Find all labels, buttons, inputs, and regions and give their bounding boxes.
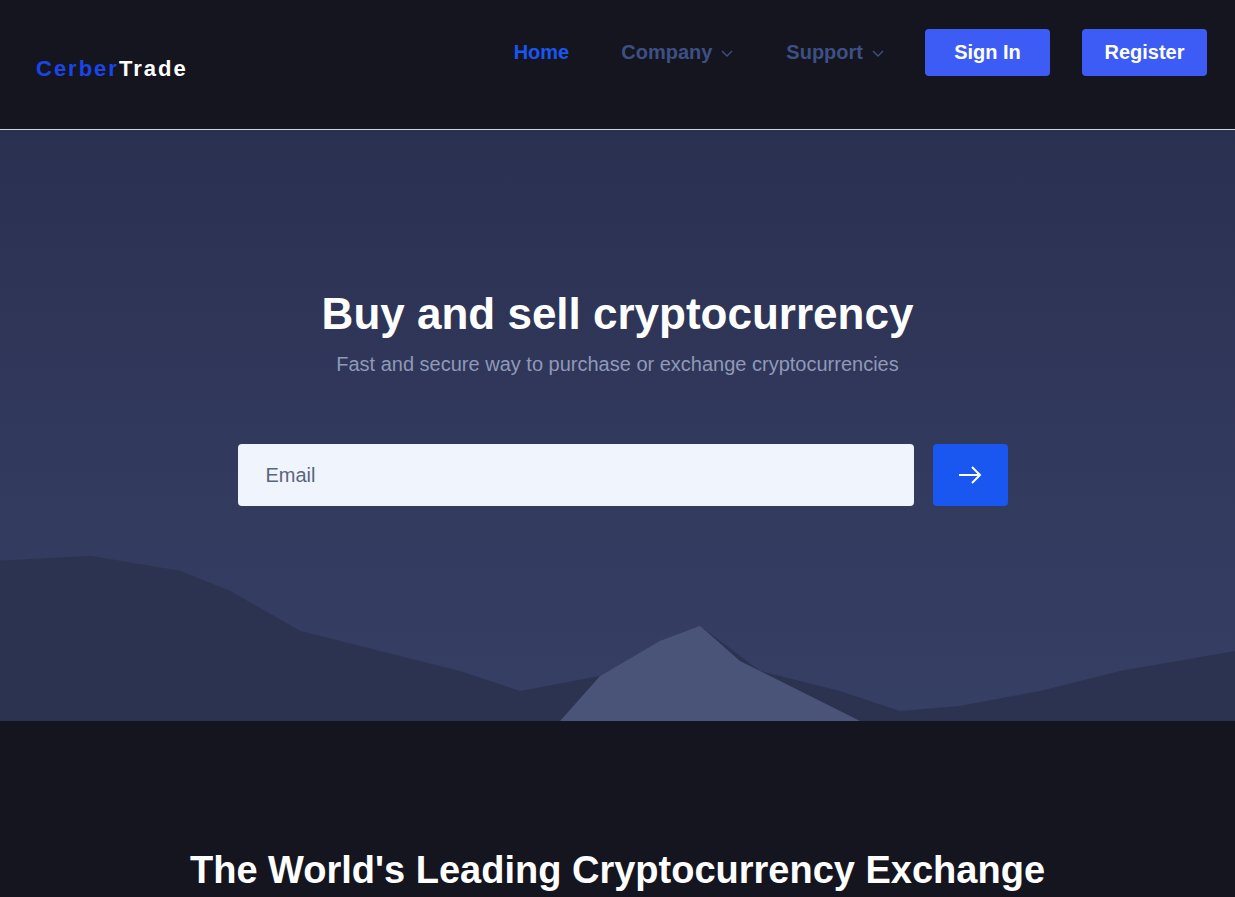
hero-subtitle: Fast and secure way to purchase or excha… <box>336 352 899 376</box>
page: CerberTrade Home Company Support Sign In Regi… <box>0 0 1235 897</box>
nav: Home Company Support Sign In Register <box>514 29 1207 76</box>
nav-item[interactable]: Home <box>514 41 570 64</box>
auth-button[interactable]: Register <box>1082 29 1207 76</box>
chevron-down-icon <box>720 46 734 60</box>
nav-item[interactable]: Company <box>621 41 734 64</box>
hero: Buy and sell cryptocurrency Fast and secu… <box>0 130 1235 721</box>
hero-title: Buy and sell cryptocurrency <box>322 287 914 340</box>
email-input[interactable] <box>238 444 914 506</box>
nav-item[interactable]: Support <box>786 41 885 64</box>
submit-button[interactable] <box>933 444 1008 506</box>
chevron-down-icon <box>871 46 885 60</box>
email-form <box>238 444 1008 506</box>
section-title: The World's Leading Cryptocurrency Excha… <box>190 847 1045 893</box>
auth-button[interactable]: Sign In <box>925 29 1050 76</box>
auth-buttons: Sign In Register <box>925 29 1207 76</box>
mountains-background <box>0 130 1235 721</box>
logo-secondary: Trade <box>119 56 188 81</box>
exchange-section: The World's Leading Cryptocurrency Excha… <box>0 721 1235 897</box>
logo[interactable]: CerberTrade <box>36 56 188 82</box>
hero-content: Buy and sell cryptocurrency Fast and secu… <box>0 130 1235 506</box>
header: CerberTrade Home Company Support Sign In Regi… <box>0 0 1235 130</box>
logo-primary: Cerber <box>36 56 119 81</box>
arrow-right-icon <box>957 465 983 485</box>
